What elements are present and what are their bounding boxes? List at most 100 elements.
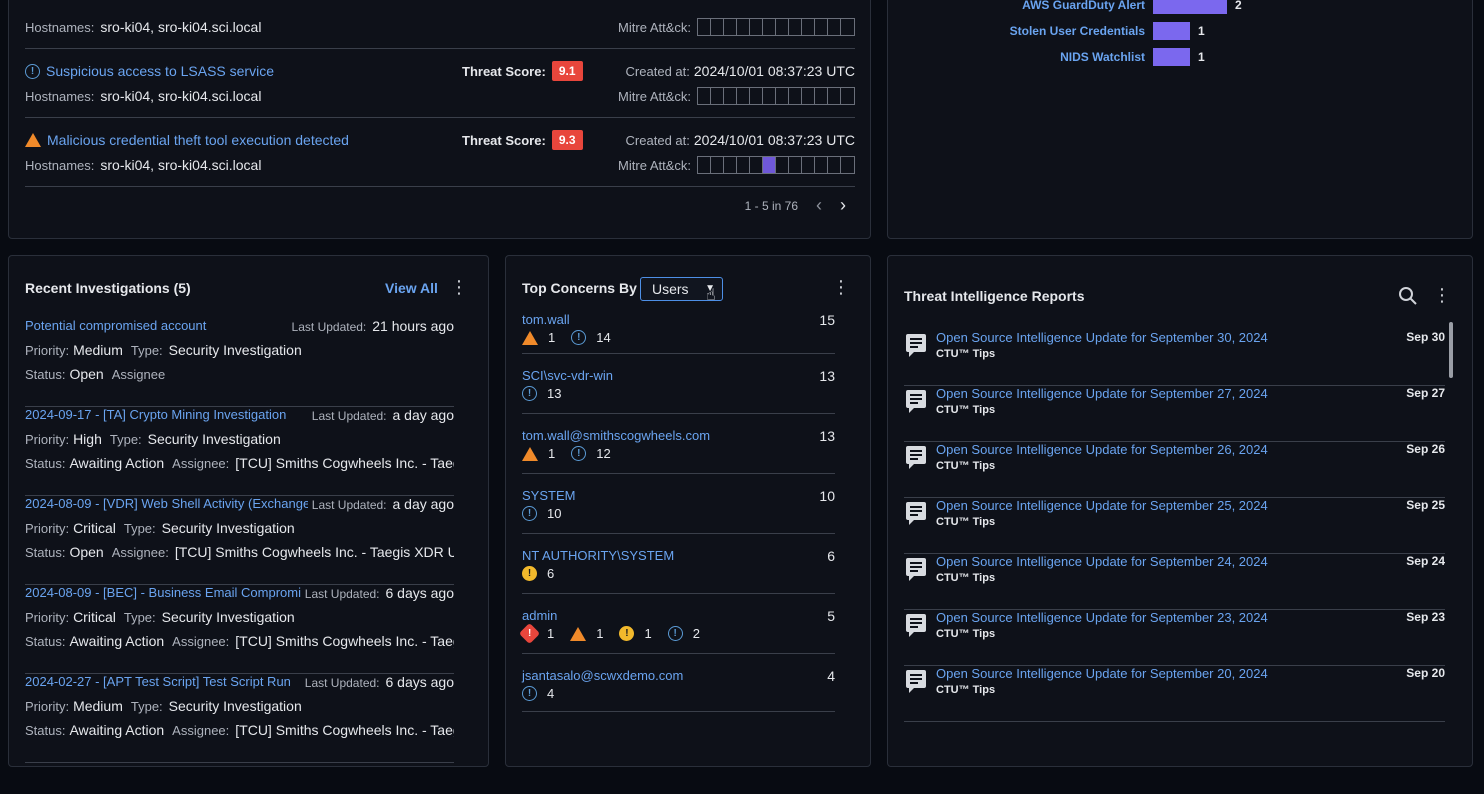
mitre-cell[interactable] xyxy=(724,88,737,104)
concern-user-link[interactable]: SYSTEM xyxy=(522,488,575,503)
mitre-cell[interactable] xyxy=(763,88,776,104)
more-options-icon[interactable]: ⋮ xyxy=(450,278,468,296)
report-item: Open Source Intelligence Update for Sept… xyxy=(904,666,1445,722)
concern-user-link[interactable]: tom.wall@smithscogwheels.com xyxy=(522,428,710,443)
info-icon: ! xyxy=(571,446,587,461)
mitre-cell[interactable] xyxy=(828,19,841,35)
report-title-link[interactable]: Open Source Intelligence Update for Sept… xyxy=(936,442,1268,457)
concern-user-link[interactable]: NT AUTHORITY\SYSTEM xyxy=(522,548,674,563)
investigation-title-link[interactable]: 2024-08-09 - [VDR] Web Shell Activity (E… xyxy=(25,496,315,511)
mitre-cell[interactable] xyxy=(750,19,763,35)
concern-item: admin 5! 1 1! 1! 2 xyxy=(518,608,835,654)
concern-user-link[interactable]: tom.wall xyxy=(522,312,570,327)
mitre-cell[interactable] xyxy=(789,19,802,35)
mitre-cell[interactable] xyxy=(841,157,854,173)
info-icon: ! xyxy=(522,686,537,701)
mitre-cell[interactable] xyxy=(815,19,828,35)
alert-title-link[interactable]: Suspicious access to LSASS service xyxy=(46,63,274,79)
mitre-cell[interactable] xyxy=(698,88,711,104)
mitre-cell[interactable] xyxy=(711,88,724,104)
mitre-cell[interactable] xyxy=(841,19,854,35)
severity-count: 13 xyxy=(547,386,562,401)
bar[interactable] xyxy=(1153,22,1190,40)
type-label: Type: xyxy=(109,432,142,447)
mitre-cell[interactable] xyxy=(815,157,828,173)
report-title-link[interactable]: Open Source Intelligence Update for Sept… xyxy=(936,610,1268,625)
severity-count: 1 xyxy=(596,626,604,641)
threat-score: Threat Score: 9.3 xyxy=(462,130,583,150)
mitre-cell[interactable] xyxy=(711,19,724,35)
alert-title[interactable]: ! Suspicious access to LSASS service xyxy=(25,63,274,79)
mitre-cell[interactable] xyxy=(789,88,802,104)
hostnames-label: Hostnames: xyxy=(25,89,95,104)
search-icon[interactable] xyxy=(1398,286,1418,309)
investigation-title-link[interactable]: Potential compromised account xyxy=(25,318,315,333)
mitre-cell[interactable] xyxy=(802,19,815,35)
mitre-cell[interactable] xyxy=(724,19,737,35)
prev-page-icon[interactable]: ‹ xyxy=(816,195,822,216)
report-title-link[interactable]: Open Source Intelligence Update for Sept… xyxy=(936,498,1268,513)
report-date: Sep 24 xyxy=(1406,554,1445,568)
mitre-cell[interactable] xyxy=(737,19,750,35)
investigation-title-link[interactable]: 2024-09-17 - [TA] Crypto Mining Investig… xyxy=(25,407,315,422)
bar[interactable] xyxy=(1153,48,1190,66)
report-title-link[interactable]: Open Source Intelligence Update for Sept… xyxy=(936,554,1268,569)
mitre-cell[interactable] xyxy=(841,88,854,104)
concern-count: 13 xyxy=(819,428,835,444)
mitre-cell[interactable] xyxy=(750,157,763,173)
more-options-icon[interactable]: ⋮ xyxy=(832,278,850,296)
mitre-cell[interactable] xyxy=(737,88,750,104)
mitre-cell[interactable] xyxy=(802,157,815,173)
report-title-link[interactable]: Open Source Intelligence Update for Sept… xyxy=(936,666,1268,681)
bar-row: AWS GuardDuty Alert 2 xyxy=(888,0,1468,15)
bar[interactable] xyxy=(1153,0,1227,14)
bar-label[interactable]: Stolen User Credentials xyxy=(888,24,1153,38)
concern-user-link[interactable]: jsantasalo@scwxdemo.com xyxy=(522,668,683,683)
mitre-cell[interactable] xyxy=(698,19,711,35)
concern-user-link[interactable]: SCI\svc-vdr-win xyxy=(522,368,613,383)
alert-title-link[interactable]: Malicious credential theft tool executio… xyxy=(47,132,349,148)
threat-score-badge: 9.1 xyxy=(551,61,583,81)
assignee-label: Assignee: xyxy=(111,545,169,560)
alert-title[interactable]: Malicious credential theft tool executio… xyxy=(25,132,349,148)
mitre-cell[interactable] xyxy=(750,88,763,104)
pagination-label: 1 - 5 in 76 xyxy=(744,198,798,213)
mitre-cell[interactable] xyxy=(802,88,815,104)
scrollbar[interactable] xyxy=(1449,322,1453,378)
investigation-title-link[interactable]: 2024-02-27 - [APT Test Script] Test Scri… xyxy=(25,674,315,689)
detectors-chart-panel: AWS GuardDuty Alert 2 Stolen User Credenti… xyxy=(887,0,1473,239)
view-all-link[interactable]: View All xyxy=(385,280,438,296)
concern-user-link[interactable]: admin xyxy=(522,608,557,623)
severity-badge: ! 12 xyxy=(571,446,611,461)
more-options-icon[interactable]: ⋮ xyxy=(1433,286,1451,304)
report-source: CTU™ Tips xyxy=(936,348,996,360)
comment-icon xyxy=(906,614,926,637)
type-value: Security Investigation xyxy=(161,520,295,536)
mitre-grid xyxy=(697,156,855,174)
report-title-link[interactable]: Open Source Intelligence Update for Sept… xyxy=(936,330,1268,345)
mitre-cell[interactable] xyxy=(763,19,776,35)
report-date: Sep 23 xyxy=(1406,610,1445,624)
comment-icon xyxy=(906,502,926,525)
investigation-title-link[interactable]: 2024-08-09 - [BEC] - Business Email Comp… xyxy=(25,585,315,600)
mitre-cell[interactable] xyxy=(789,157,802,173)
mitre-cell[interactable] xyxy=(828,88,841,104)
next-page-icon[interactable]: › xyxy=(840,195,846,216)
mitre-cell[interactable] xyxy=(776,88,789,104)
mitre-cell[interactable] xyxy=(711,157,724,173)
bar-label[interactable]: AWS GuardDuty Alert xyxy=(888,0,1153,12)
mitre-cell[interactable] xyxy=(776,19,789,35)
mitre-cell[interactable] xyxy=(737,157,750,173)
mitre-cell[interactable] xyxy=(828,157,841,173)
bar-label[interactable]: NIDS Watchlist xyxy=(888,50,1153,64)
report-title-link[interactable]: Open Source Intelligence Update for Sept… xyxy=(936,386,1268,401)
priority-label: Priority: xyxy=(25,610,70,625)
bar-value: 2 xyxy=(1235,0,1242,12)
mitre-cell[interactable] xyxy=(815,88,828,104)
mitre-cell[interactable] xyxy=(724,157,737,173)
investigation-item: 2024-09-17 - [TA] Crypto Mining Investig… xyxy=(25,407,454,496)
mitre-cell[interactable] xyxy=(776,157,789,173)
mitre-cell[interactable] xyxy=(763,157,776,173)
severity-badge: ! 1 xyxy=(518,622,554,645)
mitre-cell[interactable] xyxy=(698,157,711,173)
